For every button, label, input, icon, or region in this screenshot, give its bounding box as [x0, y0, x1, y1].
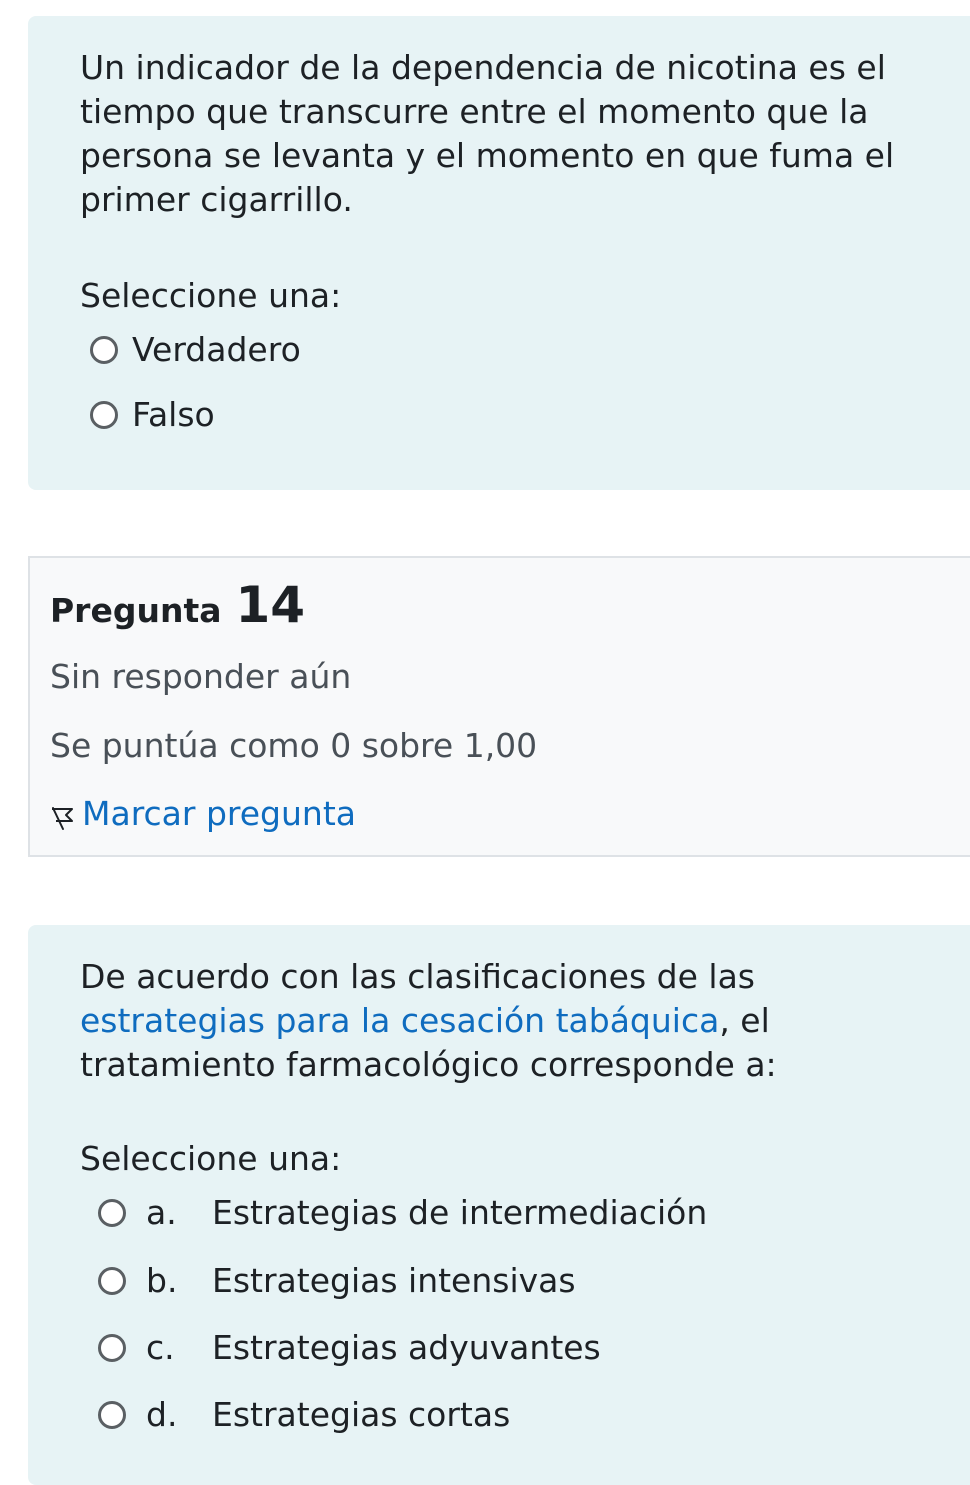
option-letter: b.: [146, 1261, 178, 1300]
flag-label: Marcar pregunta: [82, 794, 356, 833]
question-13-content: Un indicador de la dependencia de nicoti…: [28, 16, 970, 490]
option-letter: c.: [146, 1328, 175, 1367]
option-a[interactable]: a. Estrategias de intermediación: [98, 1191, 707, 1235]
option-label: Estrategias adyuvantes: [212, 1328, 601, 1367]
radio-button[interactable]: [90, 401, 118, 429]
question-14-content: De acuerdo con las clasificaciones de la…: [28, 925, 970, 1485]
question-number-heading: Pregunta 14: [50, 576, 305, 634]
radio-button[interactable]: [98, 1199, 126, 1227]
question-label: Pregunta: [50, 591, 222, 630]
option-label: Falso: [132, 395, 215, 434]
radio-button[interactable]: [98, 1267, 126, 1295]
question-14-info: Pregunta 14 Sin responder aún Se puntúa …: [28, 556, 970, 857]
option-verdadero[interactable]: Verdadero: [90, 328, 301, 372]
option-label: Estrategias intensivas: [212, 1261, 576, 1300]
question-state: Sin responder aún: [50, 657, 352, 696]
radio-button[interactable]: [98, 1334, 126, 1362]
flag-icon: [52, 807, 73, 830]
option-letter: d.: [146, 1395, 178, 1434]
glossary-link[interactable]: estrategias para la cesación tabáquica: [80, 1001, 719, 1040]
radio-button[interactable]: [98, 1401, 126, 1429]
question-text: Un indicador de la dependencia de nicoti…: [80, 48, 895, 219]
radio-button[interactable]: [90, 336, 118, 364]
option-letter: a.: [146, 1193, 177, 1232]
option-b[interactable]: b. Estrategias intensivas: [98, 1259, 576, 1303]
question-number: 14: [235, 576, 306, 634]
question-text: De acuerdo con las clasificaciones de la…: [80, 955, 930, 1087]
select-prompt: Seleccione una:: [80, 1139, 342, 1178]
option-d[interactable]: d. Estrategias cortas: [98, 1393, 510, 1437]
question-grade: Se puntúa como 0 sobre 1,00: [50, 726, 538, 765]
select-prompt: Seleccione una:: [80, 276, 342, 315]
option-label: Estrategias cortas: [212, 1395, 511, 1434]
question-text-before: De acuerdo con las clasificaciones de la…: [80, 957, 755, 996]
option-c[interactable]: c. Estrategias adyuvantes: [98, 1326, 601, 1370]
option-label: Verdadero: [132, 330, 301, 369]
flag-question-link[interactable]: Marcar pregunta: [50, 792, 356, 836]
option-falso[interactable]: Falso: [90, 393, 215, 437]
option-label: Estrategias de intermediación: [212, 1193, 708, 1232]
